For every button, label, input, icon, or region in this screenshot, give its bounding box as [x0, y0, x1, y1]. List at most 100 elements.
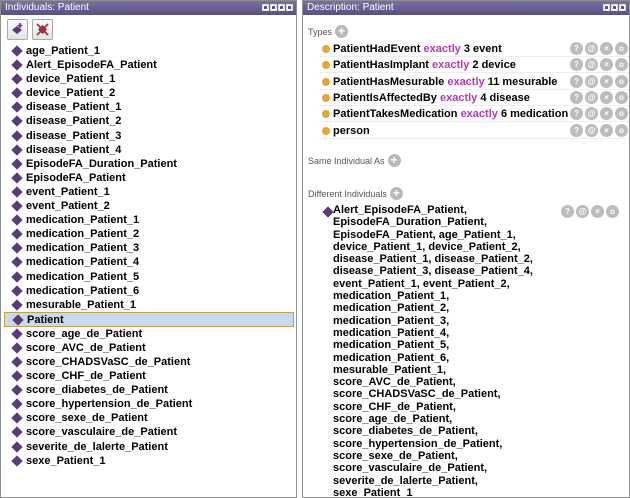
minimize-icon[interactable]: [270, 4, 277, 11]
individual-list-item[interactable]: medication_Patient_3: [4, 241, 294, 255]
individual-list-item[interactable]: score_AVC_de_Patient: [4, 341, 294, 355]
individual-list-item[interactable]: medication_Patient_2: [4, 227, 294, 241]
individual-list-item[interactable]: Alert_EpisodeFA_Patient: [4, 58, 294, 72]
individual-list-item[interactable]: score_diabetes_de_Patient: [4, 383, 294, 397]
annotate-icon[interactable]: @: [576, 205, 589, 218]
types-section-header: Types +: [308, 25, 349, 38]
type-row[interactable]: PatientHasImplant exactly 2 device? @ × o: [319, 57, 629, 74]
help-icon[interactable]: ?: [570, 107, 583, 121]
class-icon: [322, 45, 330, 53]
edit-icon[interactable]: o: [606, 205, 619, 218]
different-individual-line: score_CHADSVaSC_de_Patient,: [333, 388, 501, 401]
annotate-icon[interactable]: @: [585, 42, 598, 55]
individual-list-item[interactable]: medication_Patient_4: [4, 255, 294, 269]
individual-icon: [11, 426, 23, 439]
delete-icon[interactable]: ×: [600, 42, 613, 55]
maximize-icon[interactable]: [278, 4, 285, 11]
individual-list-item[interactable]: EpisodeFA_Patient: [4, 171, 294, 185]
restriction-keyword: exactly: [432, 59, 470, 72]
individual-list-item[interactable]: sexe_Patient_1: [4, 454, 294, 468]
type-expression: person: [333, 123, 370, 139]
individual-label: device_Patient_2: [26, 87, 116, 100]
add-same-individual-icon[interactable]: +: [387, 154, 401, 167]
restriction-keyword: exactly: [460, 108, 498, 121]
edit-icon[interactable]: o: [615, 74, 628, 88]
edit-icon[interactable]: o: [615, 58, 628, 72]
individual-icon: [11, 101, 23, 114]
individual-list-item[interactable]: event_Patient_2: [4, 199, 294, 213]
property-name: person: [333, 124, 370, 137]
type-expression: PatientIsAffectedBy exactly 4 disease: [333, 90, 530, 106]
different-individuals-entry[interactable]: Alert_EpisodeFA_Patient, EpisodeFA_Durati…: [319, 204, 619, 497]
individual-list-item[interactable]: disease_Patient_3: [4, 129, 294, 143]
delete-icon[interactable]: ×: [600, 58, 613, 72]
delete-icon[interactable]: ×: [600, 74, 613, 88]
individual-list-item[interactable]: score_vasculaire_de_Patient: [4, 425, 294, 439]
individuals-list: age_Patient_1 Alert_EpisodeFA_Patient devi…: [4, 44, 294, 468]
individual-list-item[interactable]: medication_Patient_5: [4, 270, 294, 284]
edit-icon[interactable]: o: [615, 42, 628, 55]
edit-icon[interactable]: o: [615, 90, 628, 104]
individual-list-item[interactable]: device_Patient_1: [4, 72, 294, 86]
individual-list-item[interactable]: device_Patient_2: [4, 86, 294, 100]
edit-icon[interactable]: o: [615, 123, 628, 137]
close-icon[interactable]: [286, 4, 293, 11]
individual-list-item[interactable]: score_hypertension_de_Patient: [4, 397, 294, 411]
individual-list-item[interactable]: EpisodeFA_Duration_Patient: [4, 157, 294, 171]
minimize-icon[interactable]: [611, 4, 618, 11]
individual-list-item[interactable]: score_CHF_de_Patient: [4, 369, 294, 383]
type-row[interactable]: PatientIsAffectedBy exactly 4 disease? @ ×…: [319, 90, 629, 106]
individual-list-item[interactable]: medication_Patient_1: [4, 213, 294, 227]
type-row[interactable]: PatientHasMesurable exactly 11 mesurable…: [319, 74, 629, 90]
add-individual-button[interactable]: [7, 19, 28, 40]
delete-icon[interactable]: ×: [591, 205, 604, 218]
help-icon[interactable]: ?: [561, 205, 574, 218]
individual-list-item[interactable]: mesurable_Patient_1: [4, 298, 294, 312]
different-individual-line: medication_Patient_1,: [333, 290, 450, 303]
individual-list-item[interactable]: event_Patient_1: [4, 185, 294, 199]
annotate-icon[interactable]: @: [585, 107, 598, 121]
individual-list-item[interactable]: score_CHADSVaSC_de_Patient: [4, 355, 294, 369]
individual-list-item[interactable]: severite_de_lalerte_Patient: [4, 440, 294, 454]
type-row[interactable]: person? @ × o: [319, 123, 629, 139]
delete-individual-button[interactable]: [32, 19, 53, 40]
annotate-icon[interactable]: @: [585, 74, 598, 88]
close-icon[interactable]: [619, 4, 626, 11]
add-different-individual-icon[interactable]: +: [389, 187, 403, 200]
help-icon[interactable]: ?: [570, 42, 583, 55]
delete-icon[interactable]: ×: [600, 107, 613, 121]
individual-list-item[interactable]: disease_Patient_1: [4, 100, 294, 114]
individual-label: score_CHADSVaSC_de_Patient: [26, 355, 191, 368]
individual-list-item[interactable]: score_sexe_de_Patient: [4, 411, 294, 425]
edit-icon[interactable]: o: [615, 107, 628, 121]
individual-icon: [11, 172, 23, 184]
delete-icon[interactable]: ×: [600, 123, 613, 137]
individual-list-item[interactable]: disease_Patient_2: [4, 114, 294, 128]
pin-icon[interactable]: [262, 4, 269, 11]
class-icon: [322, 61, 330, 70]
delete-icon[interactable]: ×: [600, 90, 613, 104]
individual-list-item[interactable]: Patient: [4, 311, 294, 327]
individual-list-item[interactable]: disease_Patient_4: [4, 143, 294, 157]
type-row[interactable]: PatientHadEvent exactly 3 event? @ × o: [319, 41, 629, 57]
individual-icon: [11, 299, 23, 311]
help-icon[interactable]: ?: [570, 123, 583, 137]
annotate-icon[interactable]: @: [585, 90, 598, 104]
add-type-icon[interactable]: +: [335, 25, 349, 38]
delete-individual-icon: [36, 23, 49, 36]
individual-list-item[interactable]: score_age_de_Patient: [4, 327, 294, 341]
type-row[interactable]: PatientTakesMedication exactly 6 medicat…: [319, 106, 629, 123]
help-icon[interactable]: ?: [570, 74, 583, 88]
help-icon[interactable]: ?: [570, 90, 583, 104]
individual-icon: [11, 242, 23, 254]
help-icon[interactable]: ?: [570, 58, 583, 72]
individual-icon: [11, 284, 23, 297]
individual-icon: [11, 228, 23, 240]
annotate-icon[interactable]: @: [585, 58, 598, 72]
annotate-icon[interactable]: @: [585, 123, 598, 137]
type-row-buttons: ? @ × o: [570, 42, 628, 55]
individual-list-item[interactable]: age_Patient_1: [4, 44, 294, 58]
window-controls: [262, 4, 293, 11]
individual-list-item[interactable]: medication_Patient_6: [4, 284, 294, 298]
pin-icon[interactable]: [603, 4, 610, 11]
